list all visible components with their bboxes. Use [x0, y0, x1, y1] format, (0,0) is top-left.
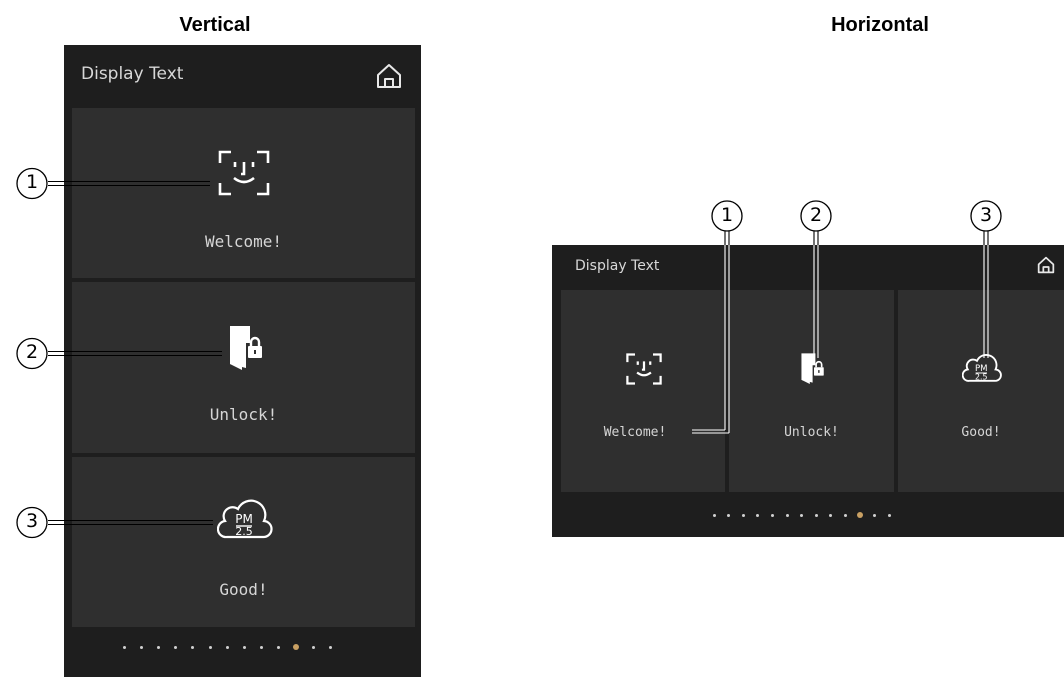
page-dot-active[interactable]: [857, 512, 863, 518]
tile-good[interactable]: PM 2.5 Good!: [898, 290, 1064, 492]
svg-text:2.5: 2.5: [975, 372, 987, 381]
page-dot[interactable]: [814, 513, 818, 517]
page-dot[interactable]: [712, 513, 716, 517]
tile-label: Welcome!: [603, 425, 667, 440]
page-dot[interactable]: [887, 513, 891, 517]
callout-1: 1: [720, 204, 734, 226]
page-dot[interactable]: [770, 513, 774, 517]
pm25-cloud-icon: PM 2.5: [962, 352, 1002, 384]
callout-2: 2: [25, 341, 39, 363]
tile-welcome[interactable]: Welcome!: [561, 290, 725, 492]
page-dot[interactable]: [800, 513, 804, 517]
page-dot[interactable]: [756, 513, 760, 517]
page-dot[interactable]: [873, 513, 877, 517]
callout-1: 1: [25, 171, 39, 193]
horizontal-panel: Display Text Welcome! Unlock! PM 2.5 Goo…: [552, 245, 1064, 537]
callout-3: 3: [25, 510, 39, 532]
tile-unlock[interactable]: Unlock!: [729, 290, 894, 492]
page-dot[interactable]: [727, 513, 731, 517]
face-recognition-icon: [626, 353, 662, 385]
callout-2: 2: [809, 204, 823, 226]
tile-label: Good!: [961, 425, 1001, 440]
page-dot[interactable]: [785, 513, 789, 517]
home-icon[interactable]: [1036, 255, 1056, 275]
callout-3: 3: [979, 204, 993, 226]
tile-label: Unlock!: [784, 425, 839, 440]
door-lock-icon: [800, 352, 828, 384]
page-dot[interactable]: [741, 513, 745, 517]
page-indicator: [552, 507, 1064, 523]
page-dot[interactable]: [843, 513, 847, 517]
panel-title: Display Text: [575, 258, 660, 274]
page-dot[interactable]: [829, 513, 833, 517]
